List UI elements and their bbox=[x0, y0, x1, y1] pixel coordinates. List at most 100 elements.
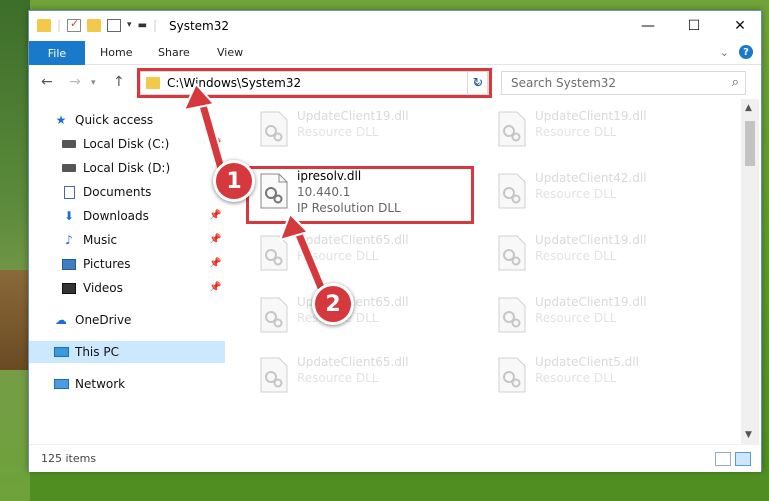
quick-access-toolbar: | ✓ ▾ ▬ | bbox=[37, 17, 157, 32]
file-item[interactable]: UpdateClient65.dll Resource DLL bbox=[249, 345, 479, 401]
music-icon: ♪ bbox=[65, 233, 73, 247]
dll-file-icon bbox=[498, 173, 526, 209]
tab-home[interactable]: Home bbox=[100, 46, 132, 59]
file-item[interactable]: UpdateClient19.dll Resource DLL bbox=[249, 99, 479, 155]
file-item[interactable]: UpdateClient19.dll Resource DLL bbox=[487, 99, 717, 155]
step-badge-2: 2 bbox=[312, 283, 354, 325]
details-view-icon[interactable] bbox=[715, 452, 731, 466]
customize-view-icon[interactable] bbox=[107, 18, 122, 32]
search-input[interactable]: Search System32 bbox=[511, 76, 616, 90]
sidebar-item-pictures[interactable]: Pictures 📌 bbox=[29, 253, 225, 275]
file-description: Resource DLL bbox=[297, 125, 379, 139]
properties-icon[interactable]: ✓ bbox=[67, 17, 82, 32]
pin-icon[interactable]: 📌 bbox=[209, 138, 221, 149]
ribbon-tabs: File Home Share View ⌄ ? bbox=[29, 41, 761, 65]
dll-file-icon bbox=[498, 297, 526, 333]
desktop-background bbox=[0, 0, 30, 501]
file-description: Resource DLL bbox=[535, 311, 617, 325]
forward-arrow-icon[interactable]: → bbox=[69, 74, 81, 90]
network-icon bbox=[53, 377, 69, 391]
file-description: Resource DLL bbox=[297, 371, 379, 385]
tab-file[interactable]: File bbox=[29, 41, 85, 65]
qat-dropdown-icon[interactable]: ▬ bbox=[138, 20, 147, 31]
help-icon[interactable]: ? bbox=[739, 45, 753, 59]
tab-view[interactable]: View bbox=[217, 46, 243, 59]
sidebar-item-local-disk-c[interactable]: Local Disk (C:) 📌 bbox=[29, 133, 225, 155]
dll-file-icon bbox=[498, 111, 526, 147]
star-icon: ★ bbox=[55, 113, 67, 127]
maximize-button[interactable]: ☐ bbox=[671, 11, 717, 41]
file-item[interactable]: UpdateClient19.dll Resource DLL bbox=[487, 285, 717, 341]
new-folder-icon[interactable] bbox=[87, 18, 102, 32]
pictures-icon bbox=[61, 257, 77, 271]
sidebar-item-network[interactable]: Network bbox=[29, 373, 225, 395]
separator: | bbox=[57, 18, 62, 32]
tiles-view-icon[interactable] bbox=[735, 452, 751, 466]
dll-file-icon bbox=[498, 357, 526, 393]
sidebar-item-label: Quick access bbox=[75, 113, 154, 127]
close-button[interactable]: ✕ bbox=[717, 11, 763, 41]
sidebar-item-label: Local Disk (D:) bbox=[83, 161, 171, 175]
sidebar-item-label: Local Disk (C:) bbox=[83, 137, 170, 151]
scroll-thumb[interactable] bbox=[745, 121, 755, 166]
sidebar-item-label: Videos bbox=[83, 281, 123, 295]
sidebar-item-this-pc[interactable]: This PC bbox=[29, 341, 225, 363]
minimize-button[interactable]: — bbox=[625, 11, 671, 41]
file-item[interactable]: UpdateClient5.dll Resource DLL bbox=[487, 345, 717, 401]
pin-icon[interactable]: 📌 bbox=[209, 234, 221, 245]
file-item[interactable]: UpdateClient65.dll Resource DLL bbox=[249, 223, 479, 279]
sidebar-item-quick-access[interactable]: ★ Quick access bbox=[29, 109, 225, 131]
sidebar-item-downloads[interactable]: ⬇ Downloads 📌 bbox=[29, 205, 225, 227]
chevron-down-icon[interactable]: ▾ bbox=[127, 20, 132, 30]
dll-file-icon bbox=[260, 173, 288, 209]
sidebar-item-label: OneDrive bbox=[75, 313, 132, 327]
back-arrow-icon[interactable]: ← bbox=[41, 74, 53, 90]
sidebar-item-label: Downloads bbox=[83, 209, 149, 223]
explorer-window: | ✓ ▾ ▬ | System32 — ☐ ✕ File Home Share… bbox=[28, 10, 762, 472]
pin-icon[interactable]: 📌 bbox=[209, 258, 221, 269]
file-description: Resource DLL bbox=[535, 187, 617, 201]
file-item-ipresolv[interactable]: ipresolv.dll 10.440.1 IP Resolution DLL bbox=[249, 161, 479, 217]
scroll-up-icon[interactable]: ▲ bbox=[745, 103, 752, 113]
ribbon-controls: ⌄ ? bbox=[720, 45, 753, 59]
window-title: System32 bbox=[169, 19, 230, 33]
pin-icon[interactable]: 📌 bbox=[209, 210, 221, 221]
title-bar: | ✓ ▾ ▬ | System32 — ☐ ✕ bbox=[29, 11, 761, 41]
step-badge-1: 1 bbox=[213, 160, 255, 202]
sidebar-item-music[interactable]: ♪ Music 📌 bbox=[29, 229, 225, 251]
expand-ribbon-icon[interactable]: ⌄ bbox=[720, 46, 729, 59]
file-item[interactable]: UpdateClient19.dll Resource DLL bbox=[487, 223, 717, 279]
videos-icon bbox=[61, 281, 77, 295]
file-item[interactable]: UpdateClient65.dll Resource DLL bbox=[249, 285, 479, 341]
cloud-icon: ☁ bbox=[55, 313, 67, 327]
file-list: UpdateClient19.dll Resource DLL UpdateCl… bbox=[249, 99, 741, 444]
sidebar-item-label: Documents bbox=[83, 185, 152, 199]
search-box[interactable]: Search System32 ⌕ bbox=[501, 71, 746, 95]
desktop-background-hut bbox=[0, 270, 30, 370]
up-arrow-icon[interactable]: ↑ bbox=[113, 74, 125, 90]
file-name: UpdateClient5.dll bbox=[535, 355, 639, 369]
file-description: Resource DLL bbox=[535, 371, 617, 385]
file-description: Resource DLL bbox=[535, 125, 617, 139]
file-name: UpdateClient42.dll bbox=[535, 171, 647, 185]
sidebar-item-videos[interactable]: Videos 📌 bbox=[29, 277, 225, 299]
pin-icon[interactable]: 📌 bbox=[209, 282, 221, 293]
file-name: UpdateClient19.dll bbox=[535, 295, 647, 309]
dll-file-icon bbox=[498, 235, 526, 271]
recent-locations-icon[interactable]: ▾ bbox=[91, 78, 96, 88]
tab-share[interactable]: Share bbox=[158, 46, 190, 59]
dll-file-icon bbox=[260, 357, 288, 393]
search-icon[interactable]: ⌕ bbox=[732, 75, 739, 90]
file-description: Resource DLL bbox=[535, 249, 617, 263]
file-item[interactable]: UpdateClient42.dll Resource DLL bbox=[487, 161, 717, 217]
dll-file-icon bbox=[260, 297, 288, 333]
documents-icon bbox=[61, 185, 77, 199]
sidebar-item-onedrive[interactable]: ☁ OneDrive bbox=[29, 309, 225, 331]
item-count: 125 items bbox=[41, 452, 97, 465]
scroll-down-icon[interactable]: ▼ bbox=[745, 430, 752, 440]
vertical-scrollbar[interactable]: ▲ ▼ bbox=[741, 99, 759, 444]
sidebar-item-local-disk-d[interactable]: Local Disk (D:) bbox=[29, 157, 225, 179]
file-name: ipresolv.dll bbox=[297, 169, 362, 183]
file-description: IP Resolution DLL bbox=[297, 201, 401, 215]
sidebar-item-documents[interactable]: Documents bbox=[29, 181, 225, 203]
